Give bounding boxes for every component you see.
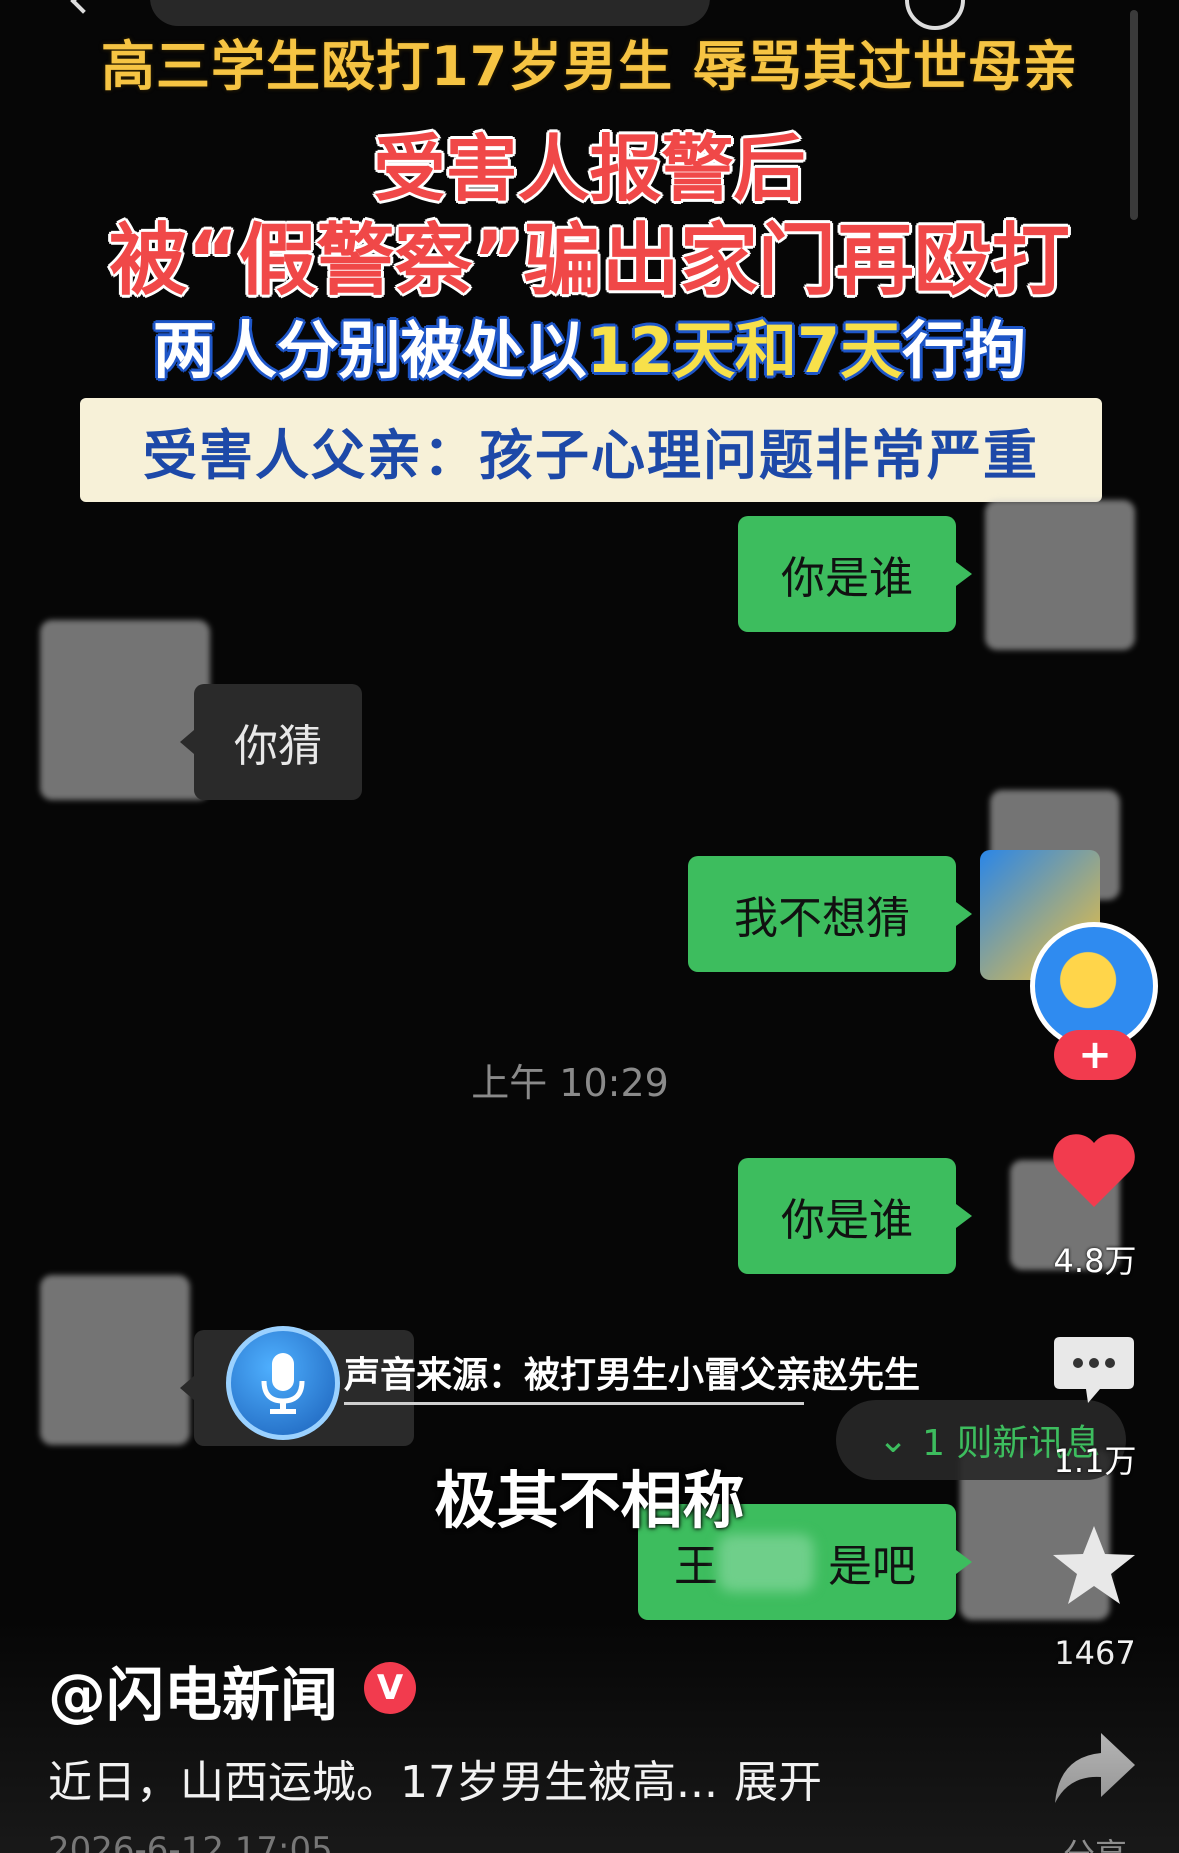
follow-button[interactable]: + — [1054, 1030, 1136, 1080]
post-date: 2026-6-12 17:05 — [48, 1830, 333, 1853]
video-subtitle: 极其不相称 — [434, 1464, 745, 1537]
video-feed-page: 高三学生殴打17岁男生 辱骂其过世母亲 受害人报警后 被“假警察”骗出家门再殴打… — [0, 0, 1179, 1853]
chat-bubble-received: 你猜 — [180, 684, 362, 800]
chat-timestamp: 上午 10:29 — [471, 1061, 669, 1105]
avatar-left-2 — [40, 1275, 190, 1445]
author-name[interactable]: @闪电新闻 — [48, 1648, 338, 1732]
microphone-icon — [226, 1326, 340, 1440]
comment-icon[interactable] — [1050, 1330, 1138, 1412]
post-description-text: 近日，山西运城。17岁男生被高... — [48, 1757, 718, 1808]
verified-icon: V — [364, 1662, 416, 1714]
like-count: 4.8万 — [1053, 1242, 1137, 1280]
back-icon[interactable] — [70, 0, 96, 14]
chat-bubble-sent: 你是谁 — [738, 516, 972, 632]
headline-line-4-highlight: 12天和7天 — [586, 314, 903, 387]
headline-line-4-a: 两人分别被处以 — [152, 314, 587, 387]
like-icon[interactable] — [1050, 1130, 1138, 1212]
comment-count: 1.1万 — [1053, 1442, 1137, 1480]
expand-link[interactable]: 展开 — [734, 1757, 822, 1808]
headline-line-1: 高三学生殴打17岁男生 辱骂其过世母亲 — [101, 35, 1078, 98]
chat-bubble-sent: 我不想猜 — [688, 856, 972, 972]
avatar-left-1 — [40, 620, 210, 800]
chat-bubble-sent: 你是谁 — [738, 1158, 972, 1274]
favorite-star-icon[interactable] — [1050, 1524, 1138, 1606]
headline-line-4: 两人分别被处以12天和7天行拘 — [0, 300, 1179, 390]
headline-banner: 受害人父亲：孩子心理问题非常严重 — [80, 398, 1102, 502]
post-description: 近日，山西运城。17岁男生被高... 展开 — [48, 1746, 822, 1810]
headline-line-3: 被“假警察”骗出家门再殴打 — [109, 216, 1070, 306]
audio-source-label: 声音来源：被打男生小雷父亲赵先生 — [344, 1355, 921, 1396]
avatar-right-1 — [985, 500, 1135, 650]
redacted-name-blur — [718, 1534, 814, 1592]
audio-underline — [344, 1402, 804, 1405]
headline-line-4-c: 行拘 — [902, 314, 1027, 387]
